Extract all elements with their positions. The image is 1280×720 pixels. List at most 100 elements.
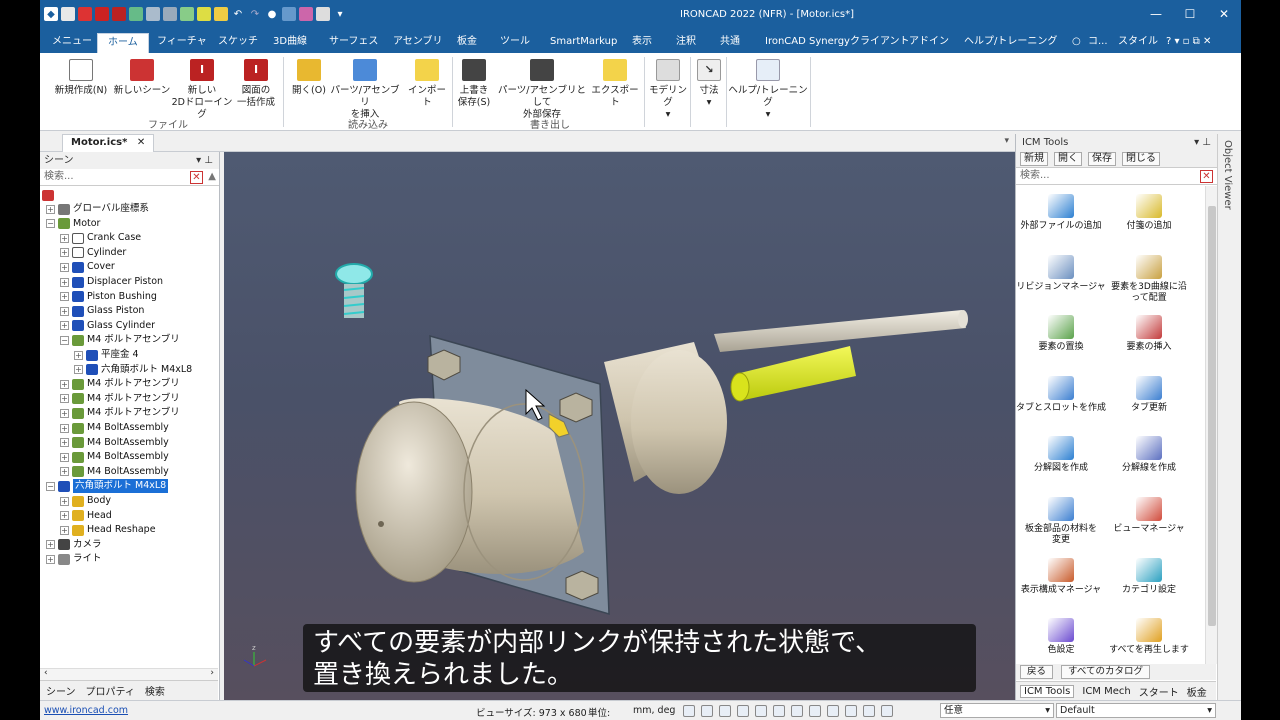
icm-tool-item[interactable]: 分解図を作成 bbox=[1016, 436, 1106, 474]
icm-tool-item[interactable]: 板金部品の材料を 変更 bbox=[1016, 497, 1106, 546]
expand-toggle-icon[interactable]: − bbox=[60, 335, 69, 345]
expand-toggle-icon[interactable]: + bbox=[60, 496, 69, 506]
lightbulb-icon[interactable]: ○ bbox=[1072, 33, 1081, 53]
tab-icm-tools[interactable]: ICM Tools bbox=[1020, 684, 1075, 698]
expand-toggle-icon[interactable]: + bbox=[60, 306, 69, 316]
icm-tool-item[interactable]: 付箋の追加 bbox=[1104, 194, 1194, 232]
scene-tree-item[interactable]: + M4 ボルトアセンブリ bbox=[60, 406, 180, 420]
scene-tree-item[interactable]: + Crank Case bbox=[60, 231, 141, 245]
select-icon[interactable] bbox=[881, 705, 893, 717]
expand-toggle-icon[interactable]: + bbox=[60, 408, 69, 418]
icm-tool-item[interactable]: 要素を3D曲線に沿 って配置 bbox=[1104, 254, 1194, 304]
scene-tree-item[interactable]: + M4 BoltAssembly bbox=[60, 465, 169, 479]
section-icon[interactable] bbox=[827, 705, 839, 717]
help-icon[interactable]: ? ▾ ▫ ⧉ ✕ bbox=[1166, 33, 1211, 53]
website-link[interactable]: www.ironcad.com bbox=[44, 705, 128, 716]
folder-icon[interactable] bbox=[197, 7, 211, 21]
tab-scene[interactable]: シーン bbox=[46, 683, 76, 698]
undo-icon[interactable]: ↶ bbox=[231, 7, 245, 21]
measure-icon[interactable] bbox=[863, 705, 875, 717]
scene-hscroll[interactable]: ‹ › bbox=[40, 668, 218, 680]
rotate-icon[interactable] bbox=[755, 705, 767, 717]
scene-tree-item[interactable]: + 六角頭ボルト M4xL8 bbox=[74, 363, 192, 377]
new-2d-drawing-button[interactable]: I 新しい 2Dドローイング bbox=[170, 59, 234, 121]
tab-sheetmetal-catalog[interactable]: 板金 bbox=[1187, 684, 1207, 699]
expand-toggle-icon[interactable]: + bbox=[60, 379, 69, 389]
scene-tree-item[interactable]: + Glass Piston bbox=[60, 304, 144, 318]
user-menu[interactable]: コ... bbox=[1088, 33, 1108, 53]
expand-toggle-icon[interactable]: + bbox=[46, 540, 55, 550]
tab-menu[interactable]: メニュー bbox=[52, 33, 92, 53]
icm-tool-item[interactable]: カテゴリ設定 bbox=[1104, 557, 1194, 596]
expand-toggle-icon[interactable]: + bbox=[60, 394, 69, 404]
yellow-sleeve[interactable] bbox=[736, 346, 856, 400]
close-tab-icon[interactable]: ✕ bbox=[137, 137, 145, 148]
scene-tree-item[interactable]: + Piston Bushing bbox=[60, 290, 157, 304]
expand-toggle-icon[interactable]: + bbox=[74, 365, 83, 375]
new-scene-icon[interactable] bbox=[78, 7, 92, 21]
tab-start[interactable]: スタート bbox=[1139, 684, 1179, 699]
expand-toggle-icon[interactable]: + bbox=[60, 262, 69, 272]
help-training-dropdown[interactable]: ヘルプ/トレーニング ▾ bbox=[728, 59, 808, 121]
motor-model[interactable]: z bbox=[224, 152, 1015, 700]
app-logo-icon[interactable]: ◆ bbox=[44, 7, 58, 21]
new-scene-button[interactable]: 新しいシーン bbox=[112, 59, 172, 97]
icm-tool-item[interactable]: ビューマネージャ bbox=[1104, 497, 1194, 535]
new-file-button[interactable]: 新規作成(N) bbox=[50, 59, 112, 97]
render-icon[interactable] bbox=[791, 705, 803, 717]
icm-new-button[interactable]: 新規 bbox=[1020, 152, 1048, 166]
expand-toggle-icon[interactable]: + bbox=[60, 438, 69, 448]
import-button[interactable]: インポート bbox=[404, 59, 450, 109]
expand-toggle-icon[interactable]: + bbox=[60, 321, 69, 331]
expand-toggle-icon[interactable]: + bbox=[60, 233, 69, 243]
markup-icon[interactable] bbox=[299, 7, 313, 21]
expand-toggle-icon[interactable]: + bbox=[74, 350, 83, 360]
icm-save-button[interactable]: 保存 bbox=[1088, 152, 1116, 166]
scene-tree-item[interactable]: + グローバル座標系 bbox=[46, 202, 149, 216]
floating-bolt[interactable] bbox=[335, 263, 373, 318]
back-button[interactable]: 戻る bbox=[1020, 665, 1054, 679]
all-catalogs-button[interactable]: すべてのカタログ bbox=[1061, 665, 1150, 679]
scene-tree-item[interactable]: − M4 ボルトアセンブリ bbox=[60, 333, 180, 347]
icm-open-button[interactable]: 開く bbox=[1054, 152, 1082, 166]
scene-tree-item[interactable]: − 六角頭ボルト M4xL8 bbox=[46, 479, 169, 494]
expand-toggle-icon[interactable]: + bbox=[60, 277, 69, 287]
tab-annotation[interactable]: 注釈 bbox=[676, 33, 696, 53]
tab-properties[interactable]: プロパティ bbox=[86, 683, 135, 698]
scene-tree-item[interactable]: + ライト bbox=[46, 552, 102, 566]
scene-tree-item[interactable]: + Glass Cylinder bbox=[60, 319, 155, 333]
tab-sketch[interactable]: スケッチ bbox=[218, 33, 258, 53]
icm-tool-item[interactable]: 要素の挿入 bbox=[1104, 315, 1194, 353]
icm-tool-item[interactable]: リビジョンマネージャ bbox=[1016, 254, 1106, 293]
layer-icon[interactable] bbox=[845, 705, 857, 717]
icm-pin-icon[interactable]: ▾ ⊥ bbox=[1194, 134, 1211, 151]
external-save-button[interactable]: パーツ/アセンブリとして 外部保存 bbox=[494, 59, 590, 121]
batch-drawing-icon[interactable] bbox=[112, 7, 126, 21]
expand-toggle-icon[interactable]: − bbox=[46, 219, 55, 229]
dimension-dropdown[interactable]: ↘ 寸法 ▾ bbox=[692, 59, 726, 109]
icm-tool-item[interactable]: すべてを再生します bbox=[1104, 618, 1194, 656]
tab-surface[interactable]: サーフェス bbox=[329, 33, 378, 53]
style-select[interactable]: Default ▾ bbox=[1056, 703, 1216, 718]
expand-toggle-icon[interactable]: + bbox=[60, 452, 69, 462]
tab-smartmarkup[interactable]: SmartMarkup bbox=[550, 33, 617, 53]
3d-viewport[interactable]: z すべての要素が内部リンクが保持された状態で、 置き換えられました。 bbox=[224, 152, 1015, 700]
tab-synergy[interactable]: IronCAD Synergyクライアント bbox=[765, 33, 910, 53]
expand-toggle-icon[interactable]: + bbox=[60, 511, 69, 521]
tab-feature[interactable]: フィーチャ bbox=[157, 33, 207, 53]
redo-icon[interactable]: ↷ bbox=[248, 7, 262, 21]
icm-close-button[interactable]: 閉じる bbox=[1122, 152, 1160, 166]
tab-tools[interactable]: ツール bbox=[500, 33, 530, 53]
expand-toggle-icon[interactable]: + bbox=[46, 204, 55, 214]
minimize-button[interactable]: — bbox=[1139, 0, 1173, 28]
export-button[interactable]: エクスポート bbox=[588, 59, 642, 109]
fit-icon[interactable] bbox=[773, 705, 785, 717]
view-orient-icon[interactable] bbox=[719, 705, 731, 717]
icm-clear-search-icon[interactable]: ✕ bbox=[1200, 170, 1213, 183]
scene-tree-item[interactable]: + 平座金 4 bbox=[74, 348, 139, 362]
tab-view[interactable]: 表示 bbox=[632, 33, 652, 53]
scene-tree-item[interactable]: + Displacer Piston bbox=[60, 275, 163, 289]
tab-help-training[interactable]: ヘルプ/トレーニング bbox=[964, 33, 1057, 53]
tab-assembly[interactable]: アセンブリ bbox=[393, 33, 443, 53]
scene-tree-item[interactable]: + M4 ボルトアセンブリ bbox=[60, 392, 180, 406]
